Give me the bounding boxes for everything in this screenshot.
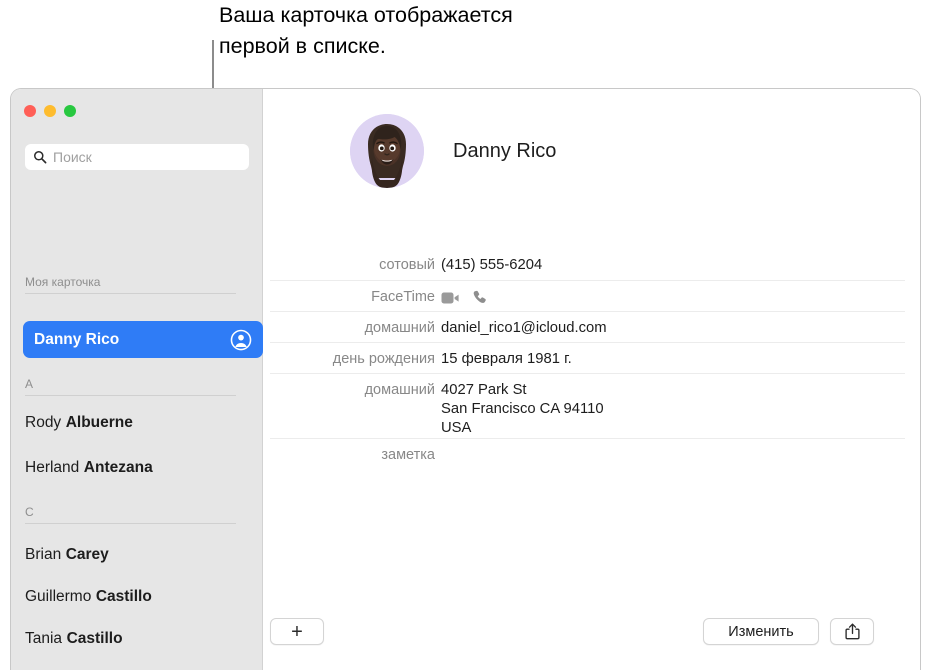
contact-first-name: Tania — [25, 630, 63, 647]
contact-last-name: Castillo — [95, 588, 152, 605]
contact-last-name: Albuerne — [65, 414, 133, 431]
section-header-a: A — [25, 377, 236, 396]
list-item[interactable]: Guillermo Castillo — [25, 586, 255, 608]
field-value-facetime — [441, 288, 487, 305]
list-item[interactable]: Tania Castillo — [25, 628, 255, 650]
field-row-note: заметка — [270, 438, 905, 465]
list-item[interactable]: Rody Albuerne — [25, 412, 255, 434]
share-icon — [844, 623, 860, 640]
contact-first-name: Rody — [25, 414, 62, 431]
screenshot-root: Ваша карточка отображается первой в спис… — [0, 0, 931, 670]
field-row-address: домашний 4027 Park St San Francisco CA 9… — [270, 373, 905, 438]
field-value-phone[interactable]: (415) 555-6204 — [441, 256, 542, 275]
field-label: сотовый — [379, 257, 435, 273]
field-value-email[interactable]: daniel_rico1@icloud.com — [441, 319, 607, 338]
sidebar: Поиск Моя карточка Danny Rico A Rody Alb… — [11, 89, 263, 670]
contact-name-title: Danny Rico — [453, 139, 557, 162]
list-item[interactable]: Herland Antezana — [25, 457, 255, 479]
phone-handset-icon[interactable] — [472, 290, 487, 305]
sidebar-item-danny-rico[interactable]: Danny Rico — [23, 321, 263, 358]
list-item[interactable]: Brian Carey — [25, 544, 255, 566]
contact-last-name: Antezana — [83, 459, 153, 476]
add-contact-button[interactable]: + — [270, 618, 324, 645]
search-icon — [34, 151, 47, 164]
field-label: заметка — [381, 447, 435, 463]
share-button[interactable] — [830, 618, 874, 645]
field-row-mobile: сотовый (415) 555-6204 — [270, 249, 905, 280]
window-traffic-lights — [24, 105, 76, 117]
avatar[interactable] — [350, 114, 424, 188]
contact-fields-list: сотовый (415) 555-6204 FaceTime домашний… — [270, 249, 905, 465]
contact-last-name: Castillo — [66, 630, 123, 647]
callout-annotation-text: Ваша карточка отображается первой в спис… — [219, 3, 513, 58]
minimize-button[interactable] — [44, 105, 56, 117]
contact-header: Danny Rico — [350, 114, 556, 188]
field-label: FaceTime — [371, 289, 435, 305]
field-row-birthday: день рождения 15 февраля 1981 г. — [270, 342, 905, 373]
my-card-person-icon — [230, 329, 252, 350]
contact-first-name: Guillermo — [25, 588, 92, 605]
contact-last-name: Carey — [65, 546, 109, 563]
section-header-my-card: Моя карточка — [25, 275, 236, 294]
search-placeholder: Поиск — [53, 149, 92, 165]
field-label: домашний — [364, 382, 435, 398]
close-button[interactable] — [24, 105, 36, 117]
search-input[interactable]: Поиск — [25, 144, 249, 170]
field-row-email: домашний daniel_rico1@icloud.com — [270, 311, 905, 342]
contacts-window: Поиск Моя карточка Danny Rico A Rody Alb… — [10, 88, 921, 670]
field-label: домашний — [364, 320, 435, 336]
edit-button[interactable]: Изменить — [703, 618, 819, 645]
video-camera-icon[interactable] — [441, 291, 460, 305]
contact-first-name: Herland — [25, 459, 80, 476]
contact-first-name: Brian — [25, 546, 62, 563]
field-value-address[interactable]: 4027 Park St San Francisco CA 94110 USA — [441, 381, 604, 438]
field-label: день рождения — [332, 351, 435, 367]
field-value-birthday: 15 февраля 1981 г. — [441, 351, 572, 367]
section-header-c: C — [25, 505, 236, 524]
field-row-facetime: FaceTime — [270, 280, 905, 311]
plus-icon: + — [291, 620, 303, 643]
memoji-avatar-image — [350, 114, 424, 188]
sidebar-item-label: Danny Rico — [34, 330, 120, 348]
edit-button-label: Изменить — [728, 623, 794, 640]
zoom-button[interactable] — [64, 105, 76, 117]
contact-detail-pane: Danny Rico сотовый (415) 555-6204 FaceTi… — [263, 89, 920, 670]
